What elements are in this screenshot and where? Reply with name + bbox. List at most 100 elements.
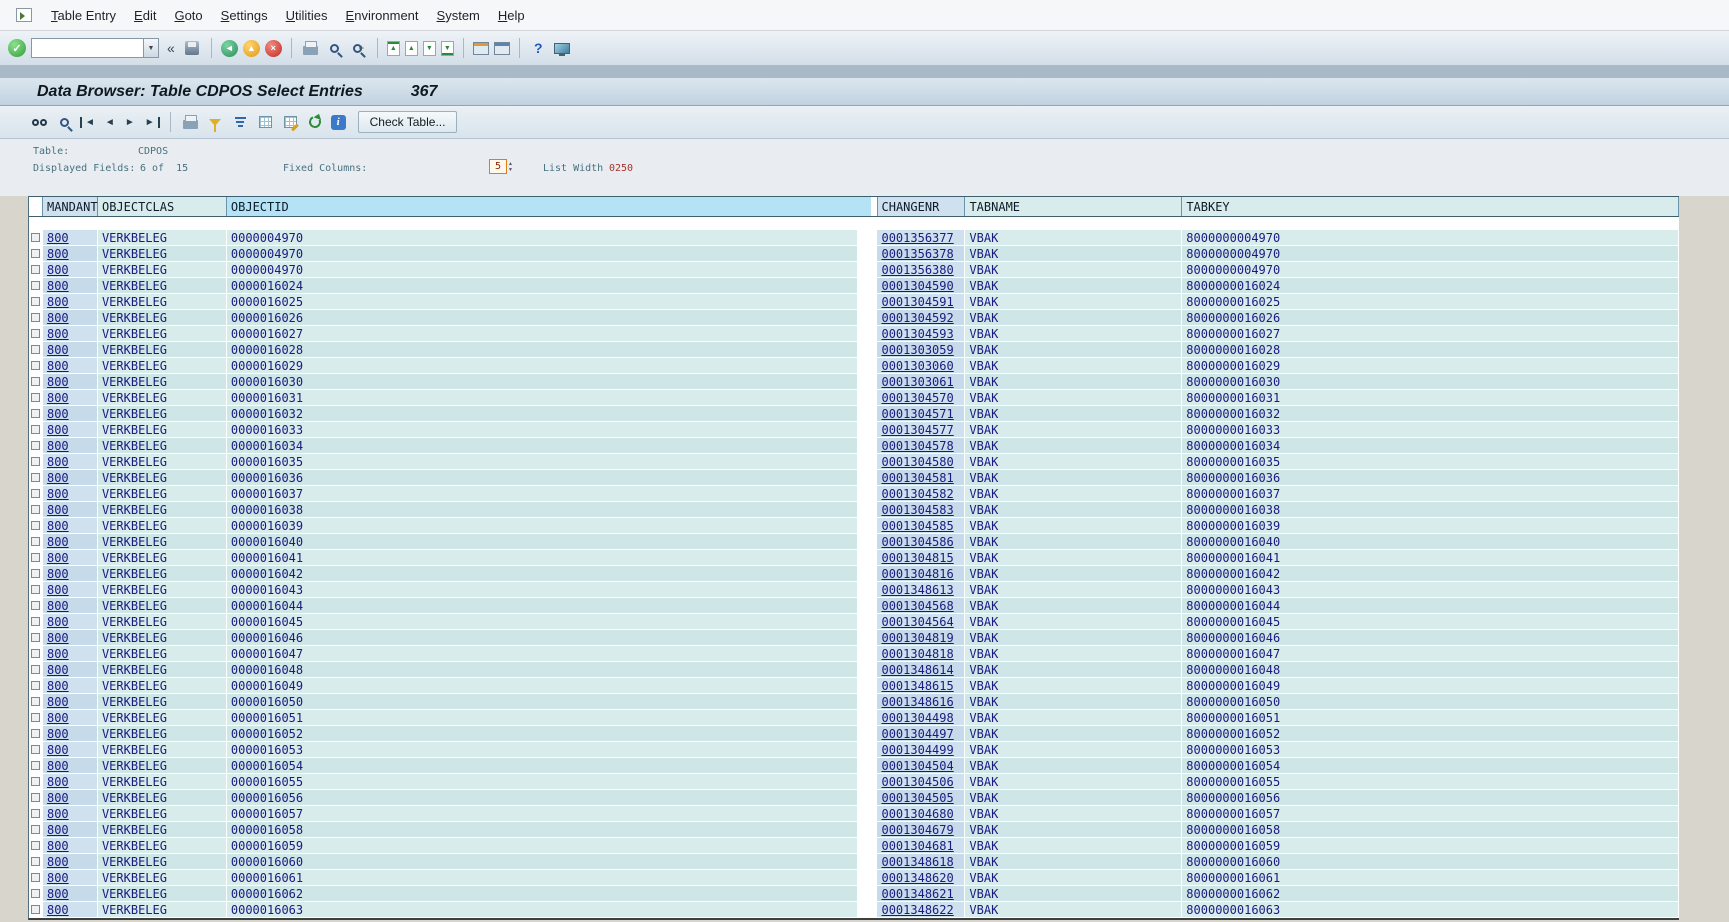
cell-tabkey[interactable]: 8000000016038	[1182, 502, 1679, 518]
cell-mandant[interactable]: 800	[43, 406, 98, 422]
cell-tabname[interactable]: VBAK	[965, 230, 1182, 246]
cell-changenr[interactable]: 0001348618	[877, 854, 965, 870]
cell-mandant[interactable]: 800	[43, 566, 98, 582]
cell-tabkey[interactable]: 8000000016055	[1182, 774, 1679, 790]
column-header-objectclas[interactable]: OBJECTCLAS	[98, 197, 227, 216]
cell-tabname[interactable]: VBAK	[965, 758, 1182, 774]
row-checkbox[interactable]	[31, 697, 40, 706]
cell-tabkey[interactable]: 8000000016054	[1182, 758, 1679, 774]
cell-tabkey[interactable]: 8000000016044	[1182, 598, 1679, 614]
cell-changenr[interactable]: 0001356380	[877, 262, 965, 278]
cell-changenr[interactable]: 0001304568	[877, 598, 965, 614]
cell-tabname[interactable]: VBAK	[965, 662, 1182, 678]
cell-tabname[interactable]: VBAK	[965, 326, 1182, 342]
row-checkbox[interactable]	[31, 617, 40, 626]
cell-objectid[interactable]: 0000016052	[227, 726, 878, 742]
row-checkbox[interactable]	[31, 313, 40, 322]
cell-tabname[interactable]: VBAK	[965, 310, 1182, 326]
cell-objectid[interactable]: 0000016031	[227, 390, 878, 406]
menu-item-help[interactable]: Help	[489, 8, 534, 23]
cell-tabname[interactable]: VBAK	[965, 566, 1182, 582]
cell-tabkey[interactable]: 8000000016030	[1182, 374, 1679, 390]
cell-objectid[interactable]: 0000016034	[227, 438, 878, 454]
cell-tabkey[interactable]: 8000000016041	[1182, 550, 1679, 566]
cell-tabkey[interactable]: 8000000016032	[1182, 406, 1679, 422]
row-select-cell[interactable]	[29, 646, 43, 662]
cell-tabname[interactable]: VBAK	[965, 630, 1182, 646]
menu-item-system[interactable]: System	[428, 8, 489, 23]
row-select-cell[interactable]	[29, 838, 43, 854]
cell-tabname[interactable]: VBAK	[965, 710, 1182, 726]
last-entry-icon[interactable]: ►	[143, 117, 160, 128]
cell-changenr[interactable]: 0001348620	[877, 870, 965, 886]
cell-changenr[interactable]: 0001304505	[877, 790, 965, 806]
save-icon[interactable]	[183, 39, 202, 58]
cell-objectclas[interactable]: VERKBELEG	[98, 566, 227, 582]
cell-objectclas[interactable]: VERKBELEG	[98, 310, 227, 326]
row-select-cell[interactable]	[29, 566, 43, 582]
row-select-cell[interactable]	[29, 342, 43, 358]
cell-mandant[interactable]: 800	[43, 358, 98, 374]
page-down-icon[interactable]: ▼	[423, 41, 436, 56]
cell-objectid[interactable]: 0000016037	[227, 486, 878, 502]
find-icon[interactable]	[325, 39, 344, 58]
cell-mandant[interactable]: 800	[43, 582, 98, 598]
menu-item-table-entry[interactable]: Table Entry	[42, 8, 125, 23]
cell-objectid[interactable]: 0000016030	[227, 374, 878, 390]
row-checkbox[interactable]	[31, 361, 40, 370]
cell-objectclas[interactable]: VERKBELEG	[98, 646, 227, 662]
cell-objectid[interactable]: 0000016053	[227, 742, 878, 758]
row-select-cell[interactable]	[29, 822, 43, 838]
cell-mandant[interactable]: 800	[43, 870, 98, 886]
row-select-cell[interactable]	[29, 454, 43, 470]
cell-tabname[interactable]: VBAK	[965, 390, 1182, 406]
cell-objectid[interactable]: 0000016045	[227, 614, 878, 630]
column-header-changenr[interactable]: CHANGENR	[878, 197, 966, 216]
cell-tabkey[interactable]: 8000000016039	[1182, 518, 1679, 534]
row-select-cell[interactable]	[29, 662, 43, 678]
cell-mandant[interactable]: 800	[43, 454, 98, 470]
cell-objectclas[interactable]: VERKBELEG	[98, 870, 227, 886]
cell-objectclas[interactable]: VERKBELEG	[98, 230, 227, 246]
row-checkbox[interactable]	[31, 233, 40, 242]
cell-changenr[interactable]: 0001304499	[877, 742, 965, 758]
cell-tabkey[interactable]: 8000000016061	[1182, 870, 1679, 886]
cell-tabkey[interactable]: 8000000016042	[1182, 566, 1679, 582]
cell-mandant[interactable]: 800	[43, 838, 98, 854]
row-select-cell[interactable]	[29, 854, 43, 870]
cell-changenr[interactable]: 0001304592	[877, 310, 965, 326]
row-select-cell[interactable]	[29, 902, 43, 918]
row-checkbox[interactable]	[31, 777, 40, 786]
cell-tabname[interactable]: VBAK	[965, 422, 1182, 438]
cell-objectid[interactable]: 0000016041	[227, 550, 878, 566]
menu-item-utilities[interactable]: Utilities	[277, 8, 337, 23]
row-select-cell[interactable]	[29, 614, 43, 630]
cell-tabname[interactable]: VBAK	[965, 262, 1182, 278]
cell-tabname[interactable]: VBAK	[965, 678, 1182, 694]
last-page-icon[interactable]: ▼	[441, 41, 454, 56]
cell-tabkey[interactable]: 8000000016040	[1182, 534, 1679, 550]
cell-tabname[interactable]: VBAK	[965, 374, 1182, 390]
cell-tabkey[interactable]: 8000000016056	[1182, 790, 1679, 806]
first-page-icon[interactable]: ▲	[387, 41, 400, 56]
row-checkbox[interactable]	[31, 521, 40, 530]
row-checkbox[interactable]	[31, 681, 40, 690]
cell-objectclas[interactable]: VERKBELEG	[98, 806, 227, 822]
cell-objectclas[interactable]: VERKBELEG	[98, 790, 227, 806]
cell-objectid[interactable]: 0000016025	[227, 294, 878, 310]
cell-objectclas[interactable]: VERKBELEG	[98, 710, 227, 726]
cell-objectid[interactable]: 0000016024	[227, 278, 878, 294]
cell-mandant[interactable]: 800	[43, 550, 98, 566]
cell-mandant[interactable]: 800	[43, 502, 98, 518]
check-table-button[interactable]: Check Table...	[358, 111, 458, 133]
cell-tabkey[interactable]: 8000000004970	[1182, 262, 1679, 278]
cell-objectclas[interactable]: VERKBELEG	[98, 262, 227, 278]
row-select-cell[interactable]	[29, 518, 43, 534]
previous-entry-icon[interactable]: ◄	[103, 117, 117, 128]
cell-objectid[interactable]: 0000016054	[227, 758, 878, 774]
cell-mandant[interactable]: 800	[43, 694, 98, 710]
enter-icon[interactable]: ✓	[8, 39, 26, 57]
cell-mandant[interactable]: 800	[43, 278, 98, 294]
cell-tabname[interactable]: VBAK	[965, 470, 1182, 486]
command-dropdown-icon[interactable]: ▼	[143, 38, 159, 58]
